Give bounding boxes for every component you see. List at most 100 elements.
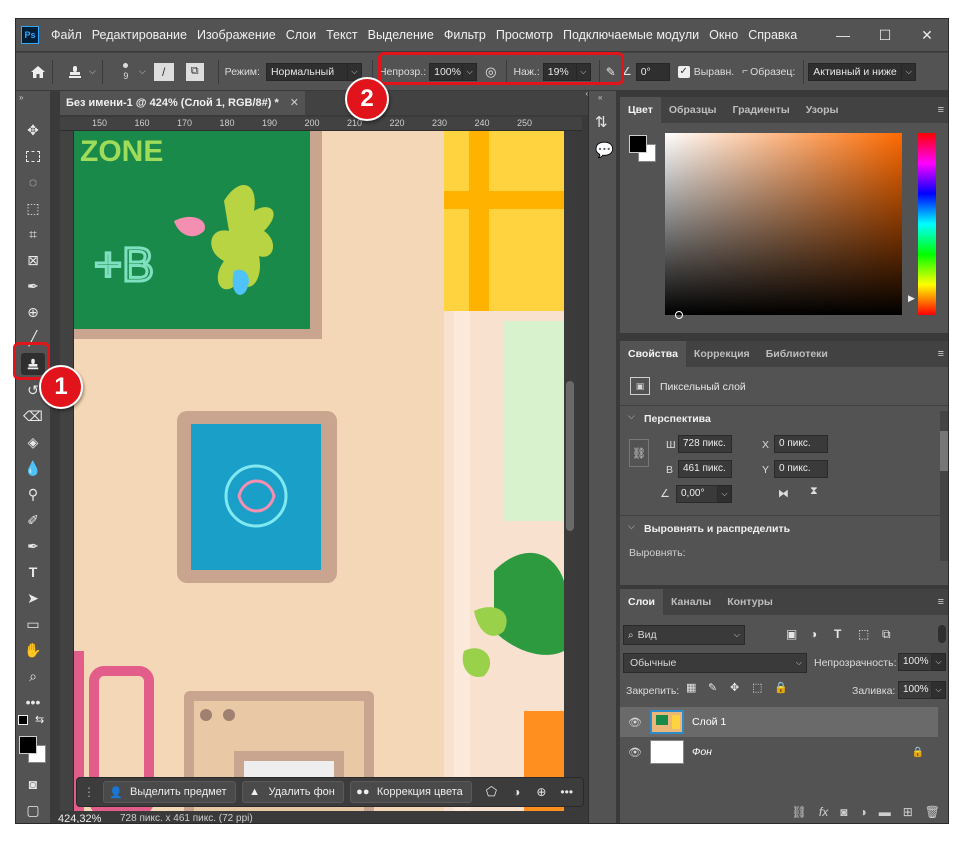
menu-item[interactable]: Слои	[281, 19, 321, 51]
delete-layer-icon[interactable]: 🗑	[925, 805, 940, 819]
clone-source-icon[interactable]: ⧉	[185, 62, 204, 81]
chevron-down-icon[interactable]: ⌵	[139, 66, 146, 77]
more-tools-icon[interactable]: •••	[21, 691, 45, 713]
chevron-down-icon[interactable]: ⌵	[932, 653, 946, 671]
filter-pixel-icon[interactable]: ▣	[786, 627, 797, 641]
close-tab-icon[interactable]: ✕	[290, 91, 299, 115]
healing-brush-tool-icon[interactable]: ⊕	[21, 301, 45, 323]
lock-artboard-icon[interactable]: ⬚	[752, 681, 762, 694]
panel-tab[interactable]: Цвет	[620, 97, 661, 123]
menu-item[interactable]: Файл	[46, 19, 87, 51]
menu-item[interactable]: Справка	[743, 19, 802, 51]
swap-colors-icon[interactable]: ⇆	[35, 713, 44, 726]
width-field[interactable]: 728 пикс.	[678, 435, 732, 453]
history-panel-icon[interactable]: ⇅	[595, 113, 608, 131]
eye-icon[interactable]: 👁	[620, 716, 650, 729]
menu-item[interactable]: Подключаемые модули	[558, 19, 704, 51]
panel-tab[interactable]: Коррекция	[686, 341, 758, 367]
foreground-color-swatch[interactable]	[19, 736, 37, 754]
chevron-down-icon[interactable]: ⌵	[932, 681, 946, 699]
panel-tab[interactable]: Градиенты	[725, 97, 798, 123]
vertical-scrollbar[interactable]	[564, 131, 576, 811]
transform-icon[interactable]: ⬠	[486, 784, 497, 800]
type-tool-icon[interactable]: T	[21, 561, 45, 583]
home-icon[interactable]	[30, 65, 46, 79]
x-field[interactable]: 0 пикс.	[774, 435, 828, 453]
foreground-color-swatch[interactable]	[629, 135, 647, 153]
align-section-title[interactable]: Выровнять и распределить	[644, 523, 790, 535]
panel-tab[interactable]: Слои	[620, 589, 663, 615]
panel-tab[interactable]: Образцы	[661, 97, 725, 123]
dodge-tool-icon[interactable]: ⚲	[21, 483, 45, 505]
marquee-tool-icon[interactable]	[21, 145, 45, 167]
layer-name[interactable]: Фон	[692, 746, 712, 758]
select-subject-button[interactable]: 👤 Выделить предмет	[103, 781, 236, 803]
layer-opacity-field[interactable]: 100%	[898, 653, 932, 671]
add-layer-icon[interactable]: ⊕	[536, 785, 546, 799]
expand-icon[interactable]: «	[598, 93, 602, 102]
lasso-tool-icon[interactable]: ◌	[21, 171, 45, 193]
chevron-down-icon[interactable]: ⌵	[628, 521, 635, 532]
minimize-button[interactable]: —	[822, 19, 864, 51]
pen-tool-icon[interactable]: ✒	[21, 535, 45, 557]
layer-style-icon[interactable]: fx	[819, 805, 828, 819]
document-canvas[interactable]: ZONE +B	[74, 131, 564, 811]
panel-tab[interactable]: Свойства	[620, 341, 686, 367]
color-correction-button[interactable]: ●● Коррекция цвета	[349, 781, 472, 803]
filter-type-icon[interactable]: T	[834, 627, 841, 641]
zoom-level[interactable]: 424,32%	[58, 813, 101, 823]
layer-row[interactable]: 👁 Фон 🔒	[620, 737, 938, 767]
menu-item[interactable]: Изображение	[192, 19, 281, 51]
fill-field[interactable]: 100%	[898, 681, 932, 699]
close-button[interactable]: ✕	[906, 19, 948, 51]
screen-mode-icon[interactable]: ▢	[21, 799, 45, 821]
menu-item[interactable]: Выделение	[363, 19, 439, 51]
object-selection-tool-icon[interactable]: ⬚	[21, 197, 45, 219]
chevron-down-icon[interactable]: ⌵	[628, 411, 635, 422]
brush-settings-icon[interactable]: /	[153, 62, 174, 81]
menu-item[interactable]: Окно	[704, 19, 743, 51]
flip-vertical-icon[interactable]: ⧗	[810, 485, 818, 498]
default-colors-icon[interactable]	[18, 715, 28, 725]
color-picker-handle[interactable]	[675, 311, 683, 319]
link-layers-icon[interactable]: ⛓	[792, 805, 807, 819]
new-group-icon[interactable]: ▬	[879, 805, 891, 819]
move-tool-icon[interactable]: ✥	[21, 119, 45, 141]
adjustment-icon[interactable]: ◑	[513, 785, 520, 799]
blur-tool-icon[interactable]: 💧	[21, 457, 45, 479]
clone-stamp-preset-icon[interactable]	[67, 64, 83, 80]
chevron-down-icon[interactable]: ⌵	[902, 62, 917, 81]
panel-menu-icon[interactable]: ≡	[938, 104, 944, 116]
hand-tool-icon[interactable]: ✋	[21, 639, 45, 661]
layer-filter-select[interactable]: ⌕ Вид ⌵	[623, 625, 745, 645]
rotation-field[interactable]: 0,00°	[676, 485, 718, 503]
zoom-tool-icon[interactable]: ⌕	[21, 665, 45, 687]
doc-info[interactable]: 728 пикс. x 461 пикс. (72 ppi)	[120, 813, 253, 823]
filter-smart-object-icon[interactable]: ⧉	[882, 627, 891, 642]
perspective-section-title[interactable]: Перспектива	[644, 413, 711, 425]
eyedropper-tool-icon[interactable]: ✒	[21, 275, 45, 297]
menu-item[interactable]: Фильтр	[439, 19, 491, 51]
sponge-tool-icon[interactable]: ✐	[21, 509, 45, 531]
remove-background-button[interactable]: ▲ Удалить фон	[241, 781, 344, 803]
aligned-checkbox[interactable]: ✓	[677, 65, 690, 78]
scrollbar-thumb[interactable]	[566, 381, 574, 531]
rectangle-tool-icon[interactable]: ▭	[21, 613, 45, 635]
blend-mode-select[interactable]: Обычные ⌵	[623, 653, 807, 673]
layer-row[interactable]: 👁 Слой 1	[620, 707, 938, 737]
menu-item[interactable]: Редактирование	[87, 19, 192, 51]
new-layer-icon[interactable]: ⊞	[903, 805, 913, 819]
adjustment-layer-icon[interactable]: ◑	[859, 805, 866, 819]
collapse-icon[interactable]: »	[19, 93, 23, 102]
flip-horizontal-icon[interactable]: ⧓	[778, 487, 789, 500]
maximize-button[interactable]: ☐	[864, 19, 906, 51]
panel-tab[interactable]: Библиотеки	[758, 341, 836, 367]
filter-shape-icon[interactable]: ⬚	[858, 627, 869, 641]
angle-field[interactable]: 0°	[635, 62, 670, 81]
panel-menu-icon[interactable]: ≡	[938, 348, 944, 360]
lock-position-icon[interactable]: ✥	[730, 681, 739, 694]
y-field[interactable]: 0 пикс.	[774, 460, 828, 478]
document-tab[interactable]: Без имени-1 @ 424% (Слой 1, RGB/8#) * ✕	[60, 91, 305, 115]
color-field[interactable]	[665, 133, 902, 319]
panel-tab[interactable]: Контуры	[719, 589, 781, 615]
